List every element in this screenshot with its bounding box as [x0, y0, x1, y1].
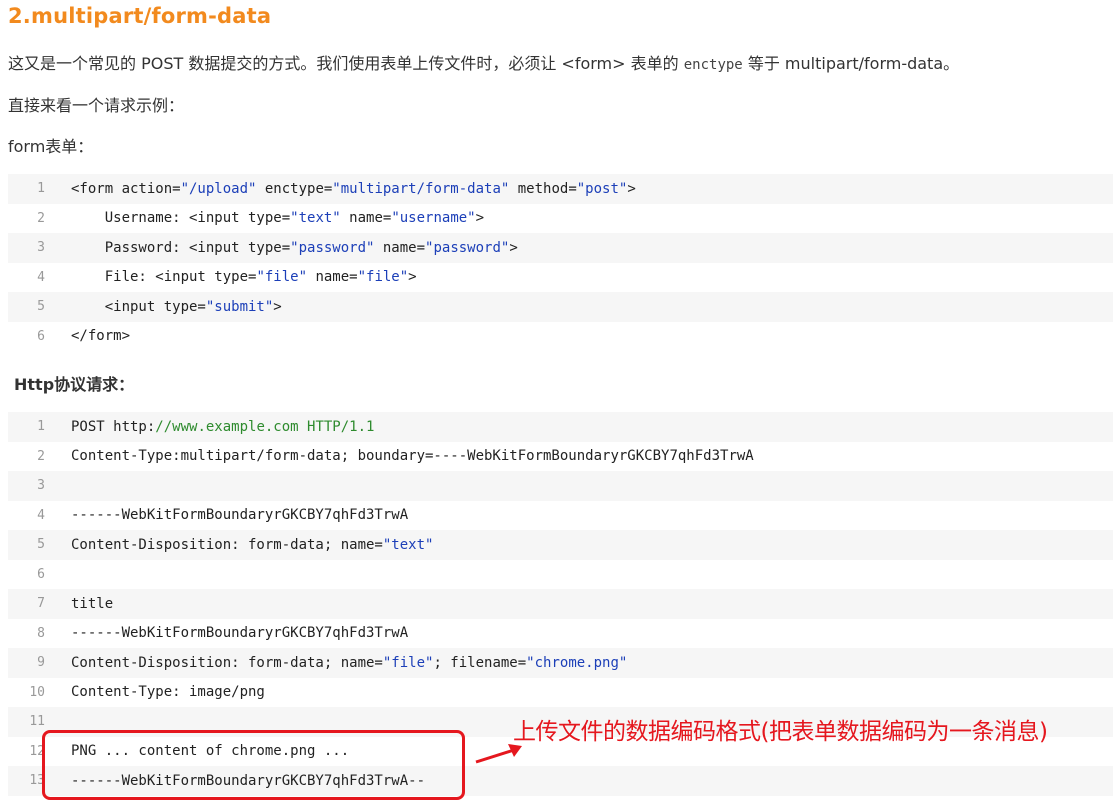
code-text: Content-Disposition: form-data; name="te… [53, 537, 433, 553]
code-string: "password" [290, 239, 375, 256]
code-string: "submit" [205, 298, 274, 315]
line-number: 6 [37, 566, 45, 582]
code-token: enctype= [256, 180, 333, 197]
code-text: POST http://www.example.com HTTP/1.1 [53, 419, 374, 435]
code-string: "multipart/form-data" [332, 180, 510, 197]
code-string: "password" [425, 239, 510, 256]
code-string: "file" [357, 269, 409, 286]
line-number: 1 [37, 181, 45, 197]
line-number: 3 [37, 478, 45, 494]
code-line: 6 </form> [8, 321, 1113, 351]
code-token: name= [340, 210, 392, 227]
code-text: File: <input type="file" name="file"> [53, 269, 417, 285]
code-token: ------WebKitFormBoundaryrGKCBY7qhFd3TrwA [71, 625, 409, 642]
line-number: 1 [37, 419, 45, 435]
code-token: <form action= [71, 180, 181, 197]
code-token: > [509, 239, 518, 256]
code-token: name= [307, 269, 358, 286]
line-number: 8 [37, 625, 45, 641]
code-line: 10 Content-Type: image/png [8, 677, 1113, 707]
line-number: 2 [37, 210, 45, 226]
code-text: Username: <input type="text" name="usern… [53, 210, 484, 226]
line-number: 7 [37, 596, 45, 612]
form-label: form表单： [8, 137, 94, 156]
code-line: 5 Content-Disposition: form-data; name="t… [8, 530, 1113, 560]
line-number: 10 [29, 684, 45, 700]
code-token: POST http: [71, 418, 156, 435]
code-string: "text" [290, 210, 341, 227]
code-string: "text" [382, 536, 434, 553]
code-line: 4 File: <input type="file" name="file"> [8, 262, 1113, 292]
code-line: 5 <input type="submit"> [8, 292, 1113, 322]
code-string: "chrome.png" [526, 654, 628, 671]
code-string: "file" [256, 269, 308, 286]
code-text: Content-Type:multipart/form-data; bounda… [53, 448, 754, 464]
line-number: 5 [37, 299, 45, 315]
code-string: "username" [391, 210, 476, 227]
line-number: 6 [37, 328, 45, 344]
code-line: 9 Content-Disposition: form-data; name="f… [8, 648, 1113, 678]
code-token: > [475, 210, 485, 227]
line-number: 11 [29, 714, 45, 730]
code-text: ------WebKitFormBoundaryrGKCBY7qhFd3TrwA [53, 507, 408, 523]
code-text: ------WebKitFormBoundaryrGKCBY7qhFd3TrwA [53, 625, 408, 641]
code-token: Content-Type:multipart/form-data; bounda… [71, 448, 754, 465]
example-label: 直接来看一个请求示例： [8, 96, 185, 115]
code-text: <form action="/upload" enctype="multipar… [53, 181, 636, 197]
code-line: 3 Password: <input type="password" name=… [8, 233, 1113, 263]
code-token: Username: <input type= [71, 210, 291, 227]
code-text: <input type="submit"> [53, 299, 282, 315]
annotation-text: 上传文件的数据编码格式(把表单数据编码为一条消息) [513, 719, 1048, 745]
code-text: Content-Type: image/png [53, 684, 265, 700]
code-token: </form> [71, 328, 131, 345]
code-token: ------WebKitFormBoundaryrGKCBY7qhFd3TrwA [71, 507, 409, 524]
code-token: > [408, 269, 417, 286]
code-line: 3 [8, 471, 1113, 501]
code-line: 1 POST http://www.example.com HTTP/1.1 [8, 412, 1113, 442]
intro-inline-code: enctype [683, 57, 743, 73]
code-text: title [53, 596, 113, 612]
code-token: > [627, 180, 636, 197]
code-token: title [71, 595, 114, 612]
intro-text-1: 这又是一个常见的 POST 数据提交的方式。我们使用表单上传文件时，必须让 <f… [8, 54, 684, 73]
code-string: "file" [382, 654, 434, 671]
section-heading: 2.multipart/form-data [8, 4, 272, 28]
code-text: Content-Disposition: form-data; name="fi… [53, 655, 627, 671]
intro-text-2: 等于 multipart/form-data。 [742, 54, 960, 73]
code-token: File: <input type= [71, 269, 257, 286]
code-line: 2 Username: <input type="text" name="use… [8, 203, 1113, 233]
code-url: //www.example.com HTTP/1.1 [155, 418, 375, 435]
highlight-box [42, 730, 465, 800]
code-text: </form> [53, 328, 130, 344]
code-token: Password: <input type= [71, 239, 291, 256]
code-line: 6 [8, 559, 1113, 589]
http-label: Http协议请求： [14, 375, 135, 394]
code-string: "/upload" [180, 180, 257, 197]
code-line: 7 title [8, 589, 1113, 619]
code-token: Content-Disposition: form-data; name= [71, 654, 383, 671]
code-token: Content-Type: image/png [71, 684, 265, 701]
line-number: 2 [37, 448, 45, 464]
code-line: 2 Content-Type:multipart/form-data; bound… [8, 441, 1113, 471]
code-string: "post" [576, 180, 628, 197]
code-token: method= [509, 180, 577, 197]
code-line: 8 ------WebKitFormBoundaryrGKCBY7qhFd3Trw… [8, 618, 1113, 648]
line-number: 9 [37, 655, 45, 671]
line-number: 4 [37, 507, 45, 523]
intro-paragraph: 这又是一个常见的 POST 数据提交的方式。我们使用表单上传文件时，必须让 <f… [8, 50, 959, 74]
code-token: > [273, 298, 282, 315]
line-number: 3 [37, 240, 45, 256]
code-line: 4 ------WebKitFormBoundaryrGKCBY7qhFd3Trw… [8, 500, 1113, 530]
code-token: ; filename= [433, 654, 527, 671]
code-token: Content-Disposition: form-data; name= [71, 536, 383, 553]
code-line: 1 <form action="/upload" enctype="multipa… [8, 174, 1113, 204]
code-token: <input type= [71, 298, 206, 315]
code-text: Password: <input type="password" name="p… [53, 240, 518, 256]
form-code-block: 1 <form action="/upload" enctype="multipa… [8, 174, 1113, 351]
code-token: name= [374, 239, 426, 256]
line-number: 5 [37, 537, 45, 553]
line-number: 4 [37, 269, 45, 285]
